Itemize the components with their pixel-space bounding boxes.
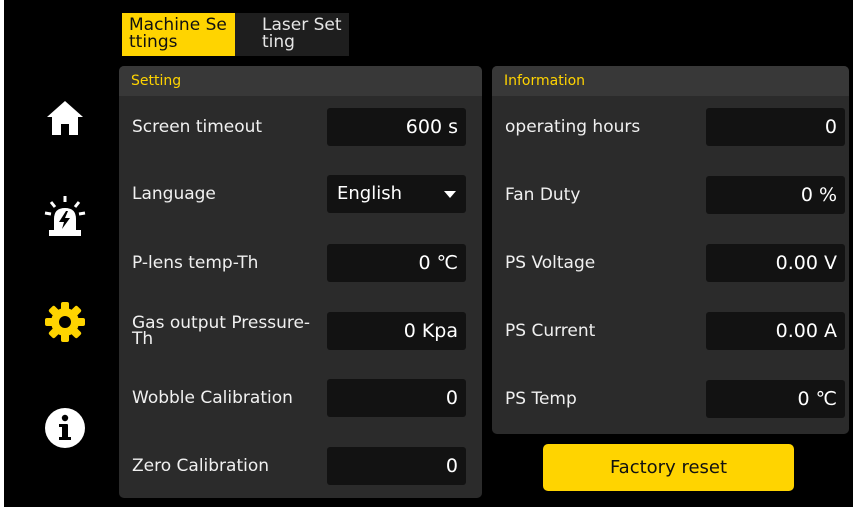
language-row: Language English: [119, 172, 482, 216]
operating-hours-label: operating hours: [505, 117, 641, 137]
factory-reset-button[interactable]: Factory reset: [543, 444, 794, 491]
setting-panel: Setting Screen timeout 600 s Language En…: [119, 66, 482, 498]
zero-calibration-field[interactable]: 0: [327, 447, 466, 485]
zero-calibration-row: Zero Calibration 0: [119, 444, 482, 488]
screen-timeout-label: Screen timeout: [132, 117, 263, 137]
information-panel-title: Information: [492, 66, 849, 96]
ps-temp-row: PS Temp 0 ℃: [492, 377, 849, 421]
info-icon: [45, 408, 85, 448]
gas-pressure-label: Gas output Pressure-Th: [132, 313, 311, 349]
plens-temp-field[interactable]: 0 ℃: [327, 244, 466, 282]
gas-pressure-field[interactable]: 0 Kpa: [327, 312, 466, 350]
ps-current-label: PS Current: [505, 321, 596, 341]
ps-current-row: PS Current 0.00 A: [492, 309, 849, 353]
language-selected: English: [337, 183, 402, 204]
ps-voltage-value: 0.00 V: [706, 244, 845, 282]
wobble-calibration-label: Wobble Calibration: [132, 388, 293, 408]
plens-temp-row: P-lens temp-Th 0 ℃: [119, 241, 482, 285]
home-icon: [47, 101, 83, 135]
language-label: Language: [132, 184, 216, 204]
plens-temp-label: P-lens temp-Th: [132, 253, 259, 273]
ps-voltage-row: PS Voltage 0.00 V: [492, 241, 849, 285]
screen-timeout-row: Screen timeout 600 s: [119, 105, 482, 149]
fan-duty-row: Fan Duty 0 %: [492, 173, 849, 217]
ps-temp-label: PS Temp: [505, 389, 577, 409]
chevron-down-icon: [444, 191, 456, 198]
nav-settings[interactable]: [41, 298, 89, 346]
language-dropdown[interactable]: English: [327, 175, 466, 213]
wobble-calibration-field[interactable]: 0: [327, 379, 466, 417]
setting-panel-title: Setting: [119, 66, 482, 96]
gear-icon: [45, 302, 85, 342]
nav-info[interactable]: [41, 404, 89, 452]
nav-home[interactable]: [41, 94, 89, 142]
ps-voltage-label: PS Voltage: [505, 253, 596, 273]
alarm-icon: [44, 196, 86, 236]
fan-duty-label: Fan Duty: [505, 185, 581, 205]
tab-machine-settings[interactable]: Machine Settings: [122, 13, 235, 56]
gas-pressure-row: Gas output Pressure-Th 0 Kpa: [119, 309, 482, 353]
app-screen: Machine Settings Laser Setting Setting S…: [4, 0, 853, 507]
ps-temp-value: 0 ℃: [706, 380, 845, 418]
nav-alarm[interactable]: [41, 192, 89, 240]
ps-current-value: 0.00 A: [706, 312, 845, 350]
operating-hours-value: 0: [706, 108, 845, 146]
fan-duty-value: 0 %: [706, 176, 845, 214]
wobble-calibration-row: Wobble Calibration 0: [119, 376, 482, 420]
zero-calibration-label: Zero Calibration: [132, 456, 270, 476]
operating-hours-row: operating hours 0: [492, 105, 849, 149]
tab-laser-setting[interactable]: Laser Setting: [235, 13, 349, 56]
screen-timeout-field[interactable]: 600 s: [327, 108, 466, 146]
information-panel: Information operating hours 0 Fan Duty 0…: [492, 66, 849, 434]
